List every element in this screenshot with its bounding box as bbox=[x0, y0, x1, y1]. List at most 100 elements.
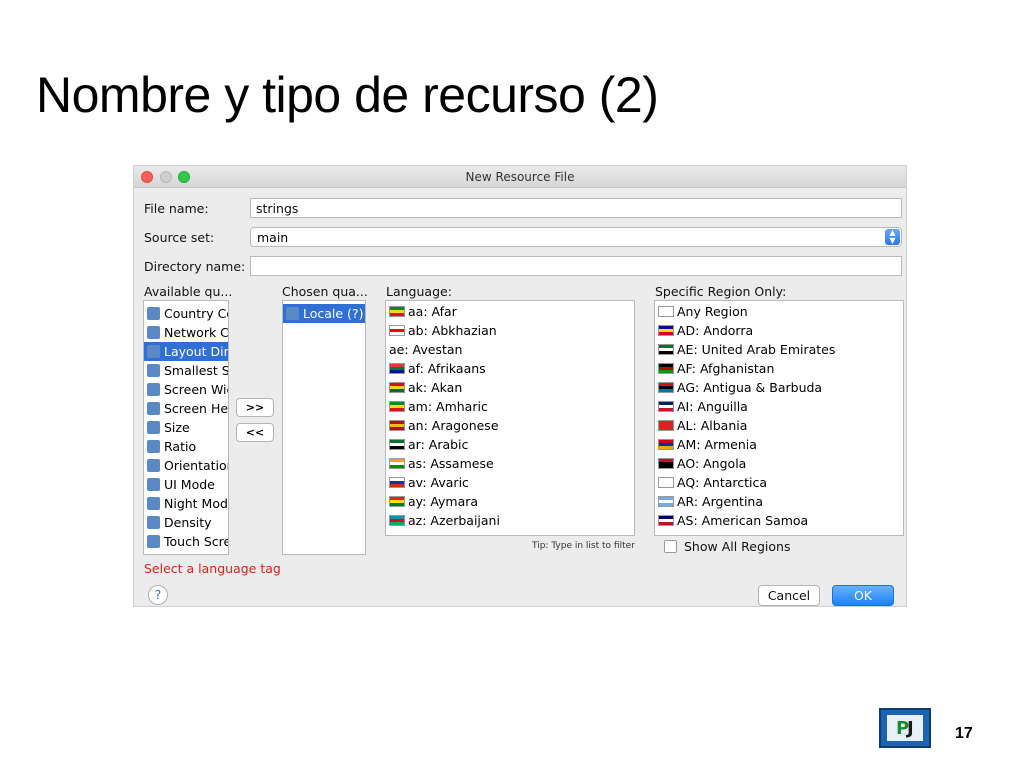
list-item[interactable]: Layout Dir bbox=[144, 342, 228, 361]
list-item[interactable]: Network C bbox=[144, 323, 228, 342]
list-item-label: AO: Angola bbox=[677, 456, 747, 471]
list-item-label: AE: United Arab Emirates bbox=[677, 342, 836, 357]
list-item[interactable]: ae: Avestan bbox=[386, 340, 634, 359]
ui-mode-icon bbox=[147, 478, 160, 491]
remove-qualifier-button[interactable]: << bbox=[236, 423, 274, 442]
list-item[interactable]: as: Assamese bbox=[386, 454, 634, 473]
show-all-regions-label[interactable]: Show All Regions bbox=[684, 539, 790, 554]
list-item-label: ae: Avestan bbox=[389, 342, 463, 357]
region-list[interactable]: Any Region AD: Andorra AE: United Arab Emi… bbox=[654, 300, 904, 536]
list-item[interactable]: AO: Angola bbox=[655, 454, 903, 473]
ghana-flag-icon bbox=[389, 382, 405, 393]
list-item[interactable]: AI: Anguilla bbox=[655, 397, 903, 416]
list-item[interactable]: Touch Scre bbox=[144, 532, 228, 551]
select-arrows-icon: ▲ ▼ bbox=[885, 229, 900, 245]
russia-flag-icon bbox=[389, 477, 405, 488]
list-item[interactable]: Size bbox=[144, 418, 228, 437]
list-item[interactable]: Any Region bbox=[655, 302, 903, 321]
chosen-qualifiers-list[interactable]: Locale (?) bbox=[282, 300, 366, 555]
source-set-select[interactable]: main ▲ ▼ bbox=[250, 227, 902, 247]
list-item[interactable]: ak: Akan bbox=[386, 378, 634, 397]
smallest-screen-width-icon bbox=[147, 364, 160, 377]
bolivia-flag-icon bbox=[389, 496, 405, 507]
list-item[interactable]: ab: Abkhazian bbox=[386, 321, 634, 340]
list-item[interactable]: Night Mod bbox=[144, 494, 228, 513]
list-item-label: AS: American Samoa bbox=[677, 513, 809, 528]
chosen-qualifiers-label: Chosen qua... bbox=[282, 284, 368, 299]
file-name-field[interactable]: strings bbox=[250, 198, 902, 218]
blank-flag-icon bbox=[658, 306, 674, 317]
list-item-label: am: Amharic bbox=[408, 399, 488, 414]
antigua-flag-icon bbox=[658, 382, 674, 393]
spain-flag-icon bbox=[389, 420, 405, 431]
list-item[interactable]: am: Amharic bbox=[386, 397, 634, 416]
list-item[interactable]: az: Azerbaijani bbox=[386, 511, 634, 530]
list-item-label: Orientation bbox=[164, 458, 229, 473]
list-item-label: AG: Antigua & Barbuda bbox=[677, 380, 823, 395]
south-africa-flag-icon bbox=[389, 363, 405, 374]
density-icon bbox=[147, 516, 160, 529]
list-item-label: Touch Scre bbox=[164, 534, 229, 549]
list-item[interactable]: Smallest Sc bbox=[144, 361, 228, 380]
globe-icon bbox=[286, 307, 299, 320]
list-item[interactable]: AL: Albania bbox=[655, 416, 903, 435]
list-item[interactable]: UI Mode bbox=[144, 475, 228, 494]
add-qualifier-button[interactable]: >> bbox=[236, 398, 274, 417]
list-item-label: UI Mode bbox=[164, 477, 215, 492]
ethiopia-flag-icon bbox=[389, 401, 405, 412]
page-number: 17 bbox=[955, 725, 973, 742]
directory-name-field[interactable] bbox=[250, 256, 902, 276]
source-set-label: Source set: bbox=[144, 230, 215, 245]
list-item[interactable]: Ratio bbox=[144, 437, 228, 456]
list-item[interactable]: an: Aragonese bbox=[386, 416, 634, 435]
list-item[interactable]: Orientation bbox=[144, 456, 228, 475]
list-item-label: az: Azerbaijani bbox=[408, 513, 500, 528]
show-all-regions-checkbox[interactable] bbox=[664, 540, 677, 553]
language-list[interactable]: aa: Afar ab: Abkhazian ae: Avestan af: Afri… bbox=[385, 300, 635, 536]
list-item-label: AD: Andorra bbox=[677, 323, 754, 338]
available-qualifiers-list[interactable]: Country Co Network C Layout Dir Smallest Sc… bbox=[143, 300, 229, 555]
error-message: Select a language tag bbox=[144, 561, 281, 576]
list-item[interactable]: AQ: Antarctica bbox=[655, 473, 903, 492]
list-item-label: aa: Afar bbox=[408, 304, 457, 319]
armenia-flag-icon bbox=[658, 439, 674, 450]
list-item[interactable]: AD: Andorra bbox=[655, 321, 903, 340]
list-item[interactable]: AE: United Arab Emirates bbox=[655, 340, 903, 359]
list-item[interactable]: AG: Antigua & Barbuda bbox=[655, 378, 903, 397]
network-code-icon bbox=[147, 326, 160, 339]
list-item-label: Ratio bbox=[164, 439, 197, 454]
ok-button[interactable]: OK bbox=[832, 585, 894, 606]
list-item[interactable]: AM: Armenia bbox=[655, 435, 903, 454]
andorra-flag-icon bbox=[658, 325, 674, 336]
list-item-label: Network C bbox=[164, 325, 229, 340]
list-item-label: AL: Albania bbox=[677, 418, 748, 433]
list-item[interactable]: Screen Hei bbox=[144, 399, 228, 418]
directory-name-label: Directory name: bbox=[144, 259, 246, 274]
list-item[interactable]: AF: Afghanistan bbox=[655, 359, 903, 378]
layout-direction-icon bbox=[147, 345, 160, 358]
window-titlebar[interactable]: New Resource File bbox=[134, 166, 906, 188]
list-item[interactable]: Country Co bbox=[144, 304, 228, 323]
list-item[interactable]: ar: Arabic bbox=[386, 435, 634, 454]
georgia-flag-icon bbox=[389, 325, 405, 336]
india-flag-icon bbox=[389, 458, 405, 469]
list-item-label: ar: Arabic bbox=[408, 437, 469, 452]
list-item[interactable]: Density bbox=[144, 513, 228, 532]
list-item[interactable]: AR: Argentina bbox=[655, 492, 903, 511]
list-item[interactable]: af: Afrikaans bbox=[386, 359, 634, 378]
help-button[interactable]: ? bbox=[148, 585, 168, 605]
list-item[interactable]: AS: American Samoa bbox=[655, 511, 903, 530]
list-item[interactable]: av: Avaric bbox=[386, 473, 634, 492]
list-item-label: AF: Afghanistan bbox=[677, 361, 775, 376]
argentina-flag-icon bbox=[658, 496, 674, 507]
list-item-label: ay: Aymara bbox=[408, 494, 479, 509]
list-item[interactable]: ay: Aymara bbox=[386, 492, 634, 511]
list-item[interactable]: Screen Wic bbox=[144, 380, 228, 399]
cancel-button[interactable]: Cancel bbox=[758, 585, 820, 606]
uae-flag-icon bbox=[658, 344, 674, 355]
list-item-label: Any Region bbox=[677, 304, 748, 319]
azerbaijan-flag-icon bbox=[389, 515, 405, 526]
list-item-label: an: Aragonese bbox=[408, 418, 499, 433]
list-item[interactable]: aa: Afar bbox=[386, 302, 634, 321]
list-item[interactable]: Locale (?) bbox=[283, 304, 365, 323]
